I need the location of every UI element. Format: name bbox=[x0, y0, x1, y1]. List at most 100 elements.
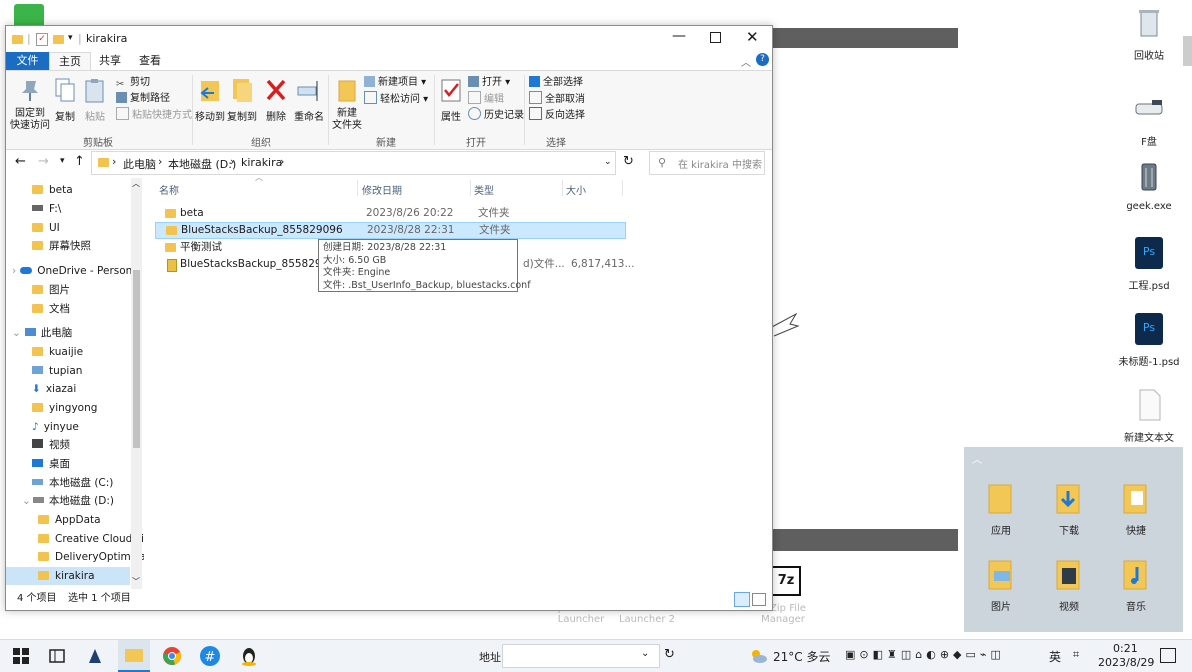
details-view-button[interactable] bbox=[734, 592, 750, 607]
weather-text[interactable]: 21°C 多云 bbox=[773, 648, 830, 665]
paste-button[interactable]: 粘贴 bbox=[82, 77, 108, 123]
file-row[interactable]: beta 2023/8/26 20:22 文件夹 bbox=[155, 205, 772, 222]
breadcrumb-kirakira[interactable]: kirakira bbox=[241, 156, 282, 169]
tab-share[interactable]: 共享 bbox=[92, 52, 128, 70]
nav-item-onedrive[interactable]: › OneDrive - Personal bbox=[12, 262, 142, 280]
title-bar[interactable]: | ✓ ▾ | kirakira — ✕ bbox=[6, 26, 772, 52]
nav-item-kuaijie[interactable]: kuaijie bbox=[32, 343, 83, 361]
recent-dropdown[interactable]: ▾ bbox=[60, 156, 65, 166]
edit-button[interactable]: 编辑 bbox=[468, 91, 504, 106]
breadcrumb-drive-d[interactable]: 本地磁盘 (D:) bbox=[168, 156, 236, 172]
rename-button[interactable]: 重命名 bbox=[292, 77, 326, 123]
chevron-down-icon[interactable]: ⌄ bbox=[641, 648, 649, 659]
explorer-taskbar-button[interactable] bbox=[118, 640, 150, 672]
maximize-button[interactable] bbox=[710, 32, 721, 43]
cut-button[interactable]: ✂ 剪切 bbox=[116, 75, 150, 90]
nav-item-documents[interactable]: 文档 bbox=[32, 300, 70, 318]
nav-item-pictures[interactable]: 图片 bbox=[32, 281, 70, 299]
scroll-up-arrow[interactable]: ︿ bbox=[132, 178, 140, 189]
large-icons-view-button[interactable] bbox=[752, 593, 766, 606]
delete-button[interactable]: 删除 bbox=[262, 77, 290, 123]
panel-item-downloads[interactable]: 下载 bbox=[1044, 481, 1094, 537]
panel-item-shortcuts[interactable]: 快捷 bbox=[1111, 481, 1161, 537]
tray-icons[interactable]: ▣⊙◧♜◫⌂◐⊕◆▭⌁◫ bbox=[845, 648, 1005, 661]
panel-item-music[interactable]: 音乐 bbox=[1111, 557, 1161, 613]
nav-item-beta[interactable]: beta bbox=[32, 181, 73, 199]
paste-shortcut-button[interactable]: 粘贴快捷方式 bbox=[116, 107, 192, 122]
address-dropdown[interactable]: ⌄ bbox=[604, 157, 612, 167]
properties-quick-icon[interactable]: ✓ bbox=[36, 33, 48, 46]
close-button[interactable]: ✕ bbox=[746, 28, 759, 46]
pin-quick-access-button[interactable]: 固定到 快速访问 bbox=[10, 77, 50, 132]
desktop-icon-geek[interactable]: geek.exe bbox=[1117, 160, 1181, 212]
task-view-icon[interactable] bbox=[46, 645, 68, 667]
column-header-type[interactable]: 类型 bbox=[474, 182, 494, 197]
new-folder-button[interactable]: 新建 文件夹 bbox=[330, 77, 364, 132]
address-toolbar-input[interactable]: ⌄ bbox=[502, 644, 660, 668]
sevenzip-icon[interactable]: 7z bbox=[771, 566, 801, 596]
history-button[interactable]: 历史记录 bbox=[468, 107, 524, 122]
nav-item-desktop[interactable]: 桌面 bbox=[32, 455, 70, 473]
nav-item-kirakira[interactable]: kirakira bbox=[6, 567, 130, 585]
expand-arrow-icon[interactable]: ⌄ bbox=[12, 327, 21, 339]
nav-item-creative-cloud[interactable]: Creative Cloud Fi bbox=[38, 530, 144, 548]
chevron-up-icon[interactable]: ︿ bbox=[972, 451, 982, 466]
nav-item-appdata[interactable]: AppData bbox=[38, 511, 101, 529]
chevron-up-icon[interactable]: ︿ bbox=[741, 54, 751, 69]
column-header-size[interactable]: 大小 bbox=[566, 182, 586, 197]
move-to-button[interactable]: 移动到 bbox=[194, 77, 226, 123]
nav-item-yinyue[interactable]: ♪ yinyue bbox=[32, 418, 79, 436]
notification-icon[interactable] bbox=[1160, 648, 1176, 663]
nav-item-this-pc[interactable]: ⌄ 此电脑 bbox=[12, 324, 72, 342]
desktop-icon-psd-1[interactable]: Ps 工程.psd bbox=[1117, 236, 1181, 292]
app-icon-blue[interactable] bbox=[84, 645, 106, 667]
panel-item-videos[interactable]: 视频 bbox=[1044, 557, 1094, 613]
windows-start-icon[interactable] bbox=[10, 645, 32, 667]
nav-item-screenshots[interactable]: 屏幕快照 bbox=[32, 237, 91, 255]
nav-item-yingyong[interactable]: yingyong bbox=[32, 399, 97, 417]
clock-date[interactable]: 2023/8/29 bbox=[1098, 656, 1154, 669]
weather-cloud-icon[interactable] bbox=[747, 645, 769, 667]
file-row-selected[interactable]: BlueStacksBackup_855829096 2023/8/28 22:… bbox=[155, 222, 626, 239]
column-header-name[interactable]: 名称 bbox=[159, 182, 179, 197]
nav-item-tupian[interactable]: tupian bbox=[32, 362, 82, 380]
search-input[interactable]: ⚲ 在 kirakira 中搜索 bbox=[649, 151, 765, 175]
up-button[interactable]: ↑ bbox=[74, 154, 85, 169]
minimize-button[interactable]: — bbox=[672, 28, 686, 44]
address-bar[interactable]: › 此电脑 › 本地磁盘 (D:) › kirakira › ⌄ bbox=[91, 151, 616, 175]
clock-time[interactable]: 0:21 bbox=[1113, 642, 1138, 655]
forward-button[interactable]: → bbox=[38, 154, 49, 169]
column-header-date[interactable]: 修改日期 bbox=[362, 182, 402, 197]
keyboard-icon[interactable]: ⌗ bbox=[1073, 648, 1079, 662]
properties-button[interactable]: 属性 bbox=[436, 77, 466, 123]
ime-indicator[interactable]: 英 bbox=[1049, 648, 1061, 665]
panel-item-pictures[interactable]: 图片 bbox=[976, 557, 1026, 613]
nav-item-drive-d[interactable]: ⌄ 本地磁盘 (D:) bbox=[22, 492, 114, 510]
expand-arrow-icon[interactable]: › bbox=[12, 265, 16, 277]
tab-home[interactable]: 主页 bbox=[49, 52, 91, 71]
help-icon[interactable]: ? bbox=[756, 53, 769, 66]
chrome-icon[interactable] bbox=[161, 645, 183, 667]
select-all-button[interactable]: 全部选择 bbox=[529, 75, 583, 90]
nav-item-delivery[interactable]: DeliveryOptimiza bbox=[38, 548, 144, 566]
invert-selection-button[interactable]: 反向选择 bbox=[529, 107, 585, 122]
scroll-thumb[interactable] bbox=[133, 270, 140, 448]
copy-path-button[interactable]: 复制路径 bbox=[116, 91, 170, 106]
tab-view[interactable]: 查看 bbox=[132, 52, 168, 70]
back-button[interactable]: ← bbox=[15, 154, 26, 169]
expand-arrow-icon[interactable]: ⌄ bbox=[22, 495, 31, 507]
nav-item-videos[interactable]: 视频 bbox=[32, 436, 70, 454]
desktop-icon-recycle-bin[interactable]: 回收站 bbox=[1117, 6, 1181, 62]
chevron-down-icon[interactable]: ▾ bbox=[68, 33, 73, 43]
hashtag-app-icon[interactable]: # bbox=[199, 645, 221, 667]
scroll-down-arrow[interactable]: ﹀ bbox=[132, 576, 140, 587]
go-refresh-icon[interactable]: ↻ bbox=[664, 647, 675, 662]
panel-item-apps[interactable]: 应用 bbox=[976, 481, 1026, 537]
refresh-button[interactable]: ↻ bbox=[623, 154, 634, 169]
breadcrumb-pc[interactable]: 此电脑 bbox=[123, 156, 156, 172]
nav-item-xiazai[interactable]: ⬇ xiazai bbox=[32, 380, 76, 398]
easy-access-button[interactable]: 轻松访问 ▾ bbox=[364, 91, 428, 106]
copy-button[interactable]: 复制 bbox=[52, 77, 78, 123]
open-button[interactable]: 打开 ▾ bbox=[468, 75, 510, 90]
nav-scrollbar[interactable]: ︿ ﹀ bbox=[131, 178, 142, 589]
